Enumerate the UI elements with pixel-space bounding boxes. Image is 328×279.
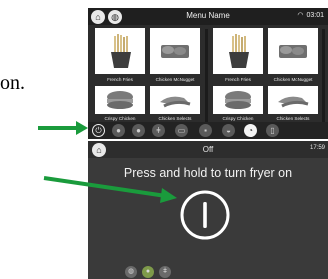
chicken-mcnugget-image	[279, 45, 307, 58]
tile-label: Crispy Chicken	[104, 116, 136, 121]
menu-header: ⌂ ◍ Menu Name ◠ 03:01	[88, 8, 328, 25]
menu-tile-crispy-chicken[interactable]	[213, 86, 263, 114]
menu-tile-french-fries[interactable]	[95, 28, 145, 74]
tile-label: French Fries	[225, 77, 251, 82]
chicken-selects-image	[278, 96, 309, 108]
column-divider	[205, 29, 208, 125]
tray-icon[interactable]: ▪	[199, 124, 212, 137]
arrow-to-power-icon	[38, 121, 88, 135]
thermometer-icon[interactable]: ǂ	[152, 124, 165, 137]
chicken-selects-image	[160, 96, 191, 108]
menu-screen: ⌂ ◍ Menu Name ◠ 03:01 French Fries Chicke…	[88, 8, 328, 139]
off-screen: ⌂ Off 17:59 Press and hold to turn fryer…	[88, 141, 328, 279]
status-time: ◠ 03:01	[297, 12, 324, 19]
cup-icon[interactable]: ◒	[222, 124, 235, 137]
crispy-chicken-image	[225, 91, 251, 109]
menu-tile-chicken-mcnugget[interactable]	[150, 28, 200, 74]
menu-tile-crispy-chicken[interactable]	[95, 86, 145, 114]
power-icon[interactable]: ⏻	[92, 124, 105, 137]
tile-label: Crispy Chicken	[222, 116, 254, 121]
off-header: ⌂ Off 17:59	[88, 141, 328, 158]
status-time: 17:59	[309, 145, 325, 151]
home-icon[interactable]: ⌂	[92, 143, 106, 157]
wifi-icon: ◠	[297, 12, 304, 19]
menu-tile-chicken-mcnugget[interactable]	[268, 28, 318, 74]
gauge-icon[interactable]: ◔	[244, 124, 257, 137]
thermometer-icon[interactable]: ǂ	[159, 266, 171, 278]
crispy-chicken-image	[107, 91, 133, 109]
menu-title: Menu Name	[186, 11, 230, 20]
tile-label: Chicken McNugget	[155, 77, 195, 82]
book-icon[interactable]: ▭	[175, 124, 188, 137]
chicken-mcnugget-image	[161, 45, 189, 58]
trash-icon[interactable]: ▯	[266, 124, 279, 137]
menu-bottom-bar: ⏻ ● ● ǂ ▭ ▪ ◒ ◔ ▯	[88, 122, 328, 139]
menu-tile-french-fries[interactable]	[213, 28, 263, 74]
power-button[interactable]	[179, 189, 231, 241]
tile-label: Chicken McNugget	[273, 77, 313, 82]
drop-icon[interactable]: ●	[132, 124, 145, 137]
tile-label: French Fries	[107, 77, 133, 82]
menu-tile-chicken-selects[interactable]	[268, 86, 318, 114]
globe-icon[interactable]: ◍	[125, 266, 137, 278]
tile-label: Chicken Selects	[276, 116, 310, 121]
home-icon[interactable]: ⌂	[91, 10, 105, 24]
column-divider	[322, 29, 325, 125]
french-fries-image	[111, 34, 131, 68]
menu-tile-chicken-selects[interactable]	[150, 86, 200, 114]
off-title: Off	[202, 145, 214, 154]
drop-icon[interactable]: ●	[112, 124, 125, 137]
partial-instruction-text: on.	[0, 72, 25, 94]
tile-label: Chicken Selects	[158, 116, 192, 121]
globe-icon[interactable]: ◍	[108, 10, 122, 24]
turn-on-prompt: Press and hold to turn fryer on	[123, 166, 293, 180]
drop-icon[interactable]: ●	[142, 266, 154, 278]
french-fries-image	[229, 34, 249, 68]
